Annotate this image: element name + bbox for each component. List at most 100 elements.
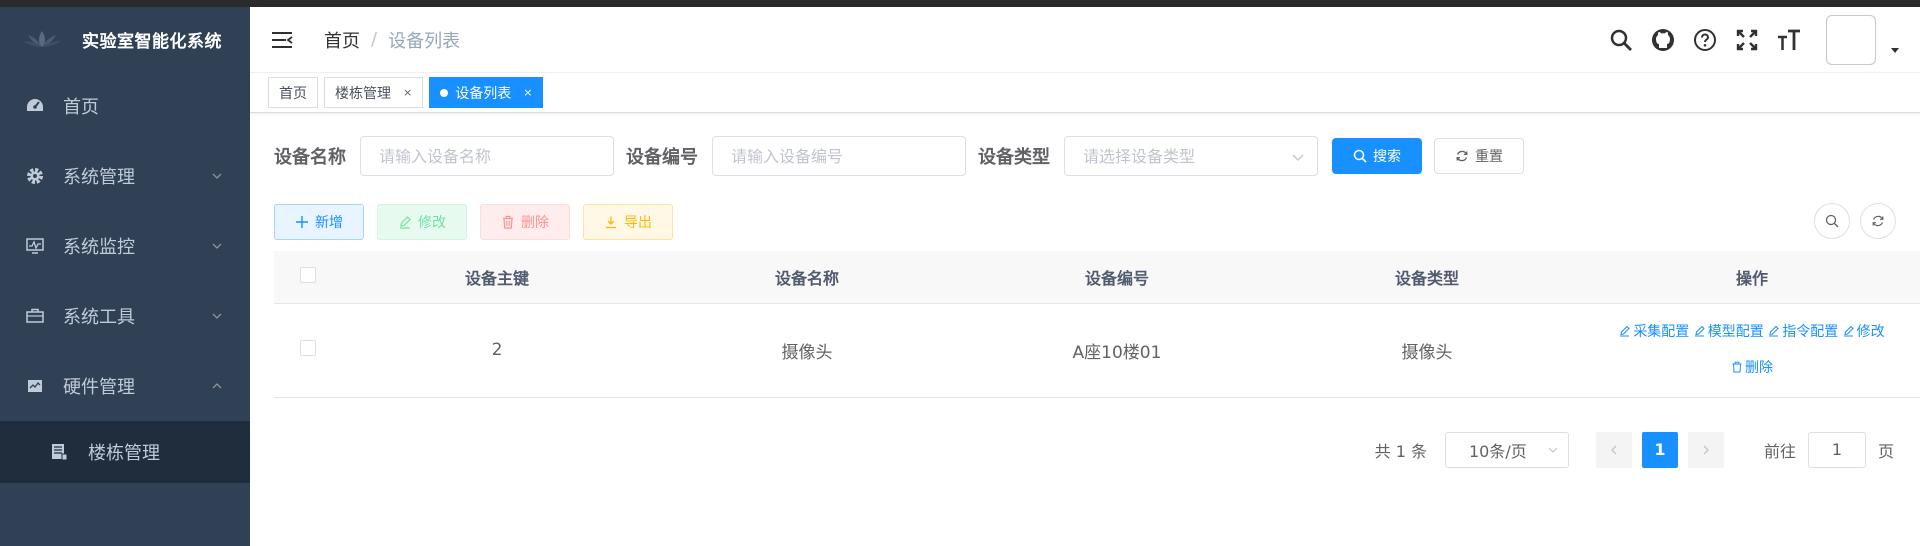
- row-select-cell: [274, 303, 342, 398]
- delete-button-label: 删除: [521, 215, 549, 231]
- reset-button-label: 重置: [1475, 149, 1503, 165]
- device-type-input[interactable]: [1064, 136, 1318, 176]
- tag-home[interactable]: 首页: [268, 77, 318, 108]
- edit-icon: [1694, 325, 1705, 337]
- chevron-down-icon: [212, 173, 222, 179]
- export-button[interactable]: 导出: [583, 204, 673, 240]
- row-checkbox[interactable]: [300, 339, 316, 356]
- sidebar-subitem-label: 楼栋管理: [88, 443, 160, 464]
- cell-device-code: A座10楼01: [962, 303, 1272, 398]
- gear-icon: [25, 166, 45, 186]
- row-edit-link[interactable]: 修改: [1843, 324, 1885, 340]
- command-config-link[interactable]: 指令配置: [1768, 324, 1838, 340]
- refresh-button[interactable]: [1860, 203, 1896, 239]
- breadcrumb: 首页 / 设备列表: [324, 27, 460, 53]
- caret-down-icon[interactable]: [1890, 45, 1900, 55]
- collect-config-label: 采集配置: [1633, 324, 1690, 340]
- prev-page-button[interactable]: [1595, 431, 1632, 468]
- page-number-current[interactable]: 1: [1641, 431, 1678, 468]
- sidebar-item-label: 系统监控: [63, 237, 135, 258]
- tag-label: 楼栋管理: [335, 85, 391, 102]
- delete-button[interactable]: 删除: [480, 204, 570, 240]
- export-button-label: 导出: [624, 215, 652, 231]
- next-page-button[interactable]: [1687, 431, 1724, 468]
- building-icon: [50, 443, 68, 461]
- search-button[interactable]: 搜索: [1332, 138, 1422, 174]
- content: 设备名称 设备编号 设备类型 搜索 重置 新增: [250, 135, 1920, 468]
- command-config-label: 指令配置: [1782, 324, 1839, 340]
- edit-icon: [398, 215, 412, 229]
- column-header: 设备类型: [1272, 251, 1582, 304]
- main-area: 首页 / 设备列表 首页 楼栋管理 × 设备列表 × 设备名称 请输入设备名称 …: [250, 7, 1920, 546]
- window-top-strip: [0, 0, 1920, 7]
- logo-area[interactable]: 实验室智能化系统: [0, 7, 250, 71]
- sidebar-item-home[interactable]: 首页: [0, 71, 250, 141]
- close-icon[interactable]: ×: [403, 86, 412, 99]
- search-icon: [1353, 149, 1367, 163]
- chevron-down-icon: [1548, 447, 1558, 453]
- row-delete-link[interactable]: 删除: [1731, 360, 1773, 376]
- font-size-icon[interactable]: [1776, 27, 1802, 53]
- edit-button-label: 修改: [418, 215, 446, 231]
- search-icon[interactable]: [1608, 27, 1634, 53]
- device-type-select[interactable]: [1064, 136, 1318, 176]
- chevron-down-icon: [212, 313, 222, 319]
- active-dot-icon: [440, 88, 449, 97]
- github-icon[interactable]: [1650, 27, 1676, 53]
- edit-icon: [1620, 325, 1631, 337]
- sidebar: 实验室智能化系统 首页 系统管理 系统监控 系统工具 硬件管理 楼栋管理: [0, 7, 250, 546]
- sidebar-item-system-management[interactable]: 系统管理: [0, 141, 250, 211]
- chevron-down-icon: [1292, 154, 1304, 161]
- toolbar: 新增 修改 删除 导出: [274, 203, 1896, 241]
- toggle-search-button[interactable]: [1814, 203, 1850, 239]
- monitor-icon: [25, 236, 45, 256]
- select-all-checkbox[interactable]: [300, 266, 316, 283]
- chevron-right-icon: [1703, 445, 1709, 454]
- sidebar-item-label: 硬件管理: [63, 377, 135, 398]
- reset-button[interactable]: 重置: [1434, 138, 1524, 174]
- device-name-input[interactable]: [360, 136, 614, 176]
- chevron-up-icon: [212, 383, 222, 389]
- tags-view: 首页 楼栋管理 × 设备列表 ×: [250, 73, 1920, 113]
- table-header-row: 设备主键 设备名称 设备编号 设备类型 操作: [274, 251, 1920, 304]
- column-header: 设备编号: [962, 251, 1272, 304]
- breadcrumb-home[interactable]: 首页: [324, 27, 360, 53]
- page-size-select[interactable]: 10条/页: [1444, 431, 1569, 468]
- goto-page-input[interactable]: [1807, 431, 1866, 468]
- device-name-label: 设备名称: [274, 147, 346, 168]
- trash-icon: [1732, 361, 1742, 373]
- tag-building-management[interactable]: 楼栋管理 ×: [324, 77, 424, 108]
- tag-device-list[interactable]: 设备列表 ×: [429, 77, 544, 108]
- column-header: 设备主键: [342, 251, 652, 304]
- close-icon[interactable]: ×: [523, 86, 532, 99]
- fullscreen-icon[interactable]: [1734, 27, 1760, 53]
- sidebar-item-system-tools[interactable]: 系统工具: [0, 281, 250, 351]
- download-icon: [604, 215, 618, 229]
- row-delete-label: 删除: [1745, 360, 1773, 376]
- sidebar-item-system-monitor[interactable]: 系统监控: [0, 211, 250, 281]
- breadcrumb-current: 设备列表: [388, 30, 461, 52]
- device-code-input[interactable]: [712, 136, 966, 176]
- page-jumper: 前往 页: [1764, 431, 1894, 468]
- select-all-cell: [274, 251, 342, 304]
- page-size-value: 10条/页: [1468, 441, 1527, 461]
- avatar[interactable]: [1826, 15, 1876, 65]
- search-icon: [1825, 214, 1839, 228]
- sidebar-item-hardware-management[interactable]: 硬件管理: [0, 351, 250, 421]
- sidebar-item-label: 系统工具: [63, 307, 135, 328]
- help-icon[interactable]: [1692, 27, 1718, 53]
- model-config-label: 模型配置: [1707, 324, 1764, 340]
- sidebar-subitem-building-management[interactable]: 楼栋管理: [0, 421, 250, 483]
- hamburger-icon[interactable]: [270, 30, 294, 50]
- app-title: 实验室智能化系统: [82, 31, 222, 52]
- navbar-right-menu: [1608, 7, 1920, 73]
- model-config-link[interactable]: 模型配置: [1694, 324, 1764, 340]
- chevron-left-icon: [1611, 445, 1617, 454]
- device-table: 设备主键 设备名称 设备编号 设备类型 操作 2 摄像头 A座10楼01 摄像头: [274, 251, 1920, 398]
- collect-config-link[interactable]: 采集配置: [1619, 324, 1689, 340]
- sidebar-item-label: 首页: [63, 97, 99, 118]
- edit-icon: [1843, 325, 1854, 337]
- edit-button[interactable]: 修改: [377, 204, 467, 240]
- cell-device-type: 摄像头: [1272, 303, 1582, 398]
- add-button[interactable]: 新增: [274, 204, 364, 240]
